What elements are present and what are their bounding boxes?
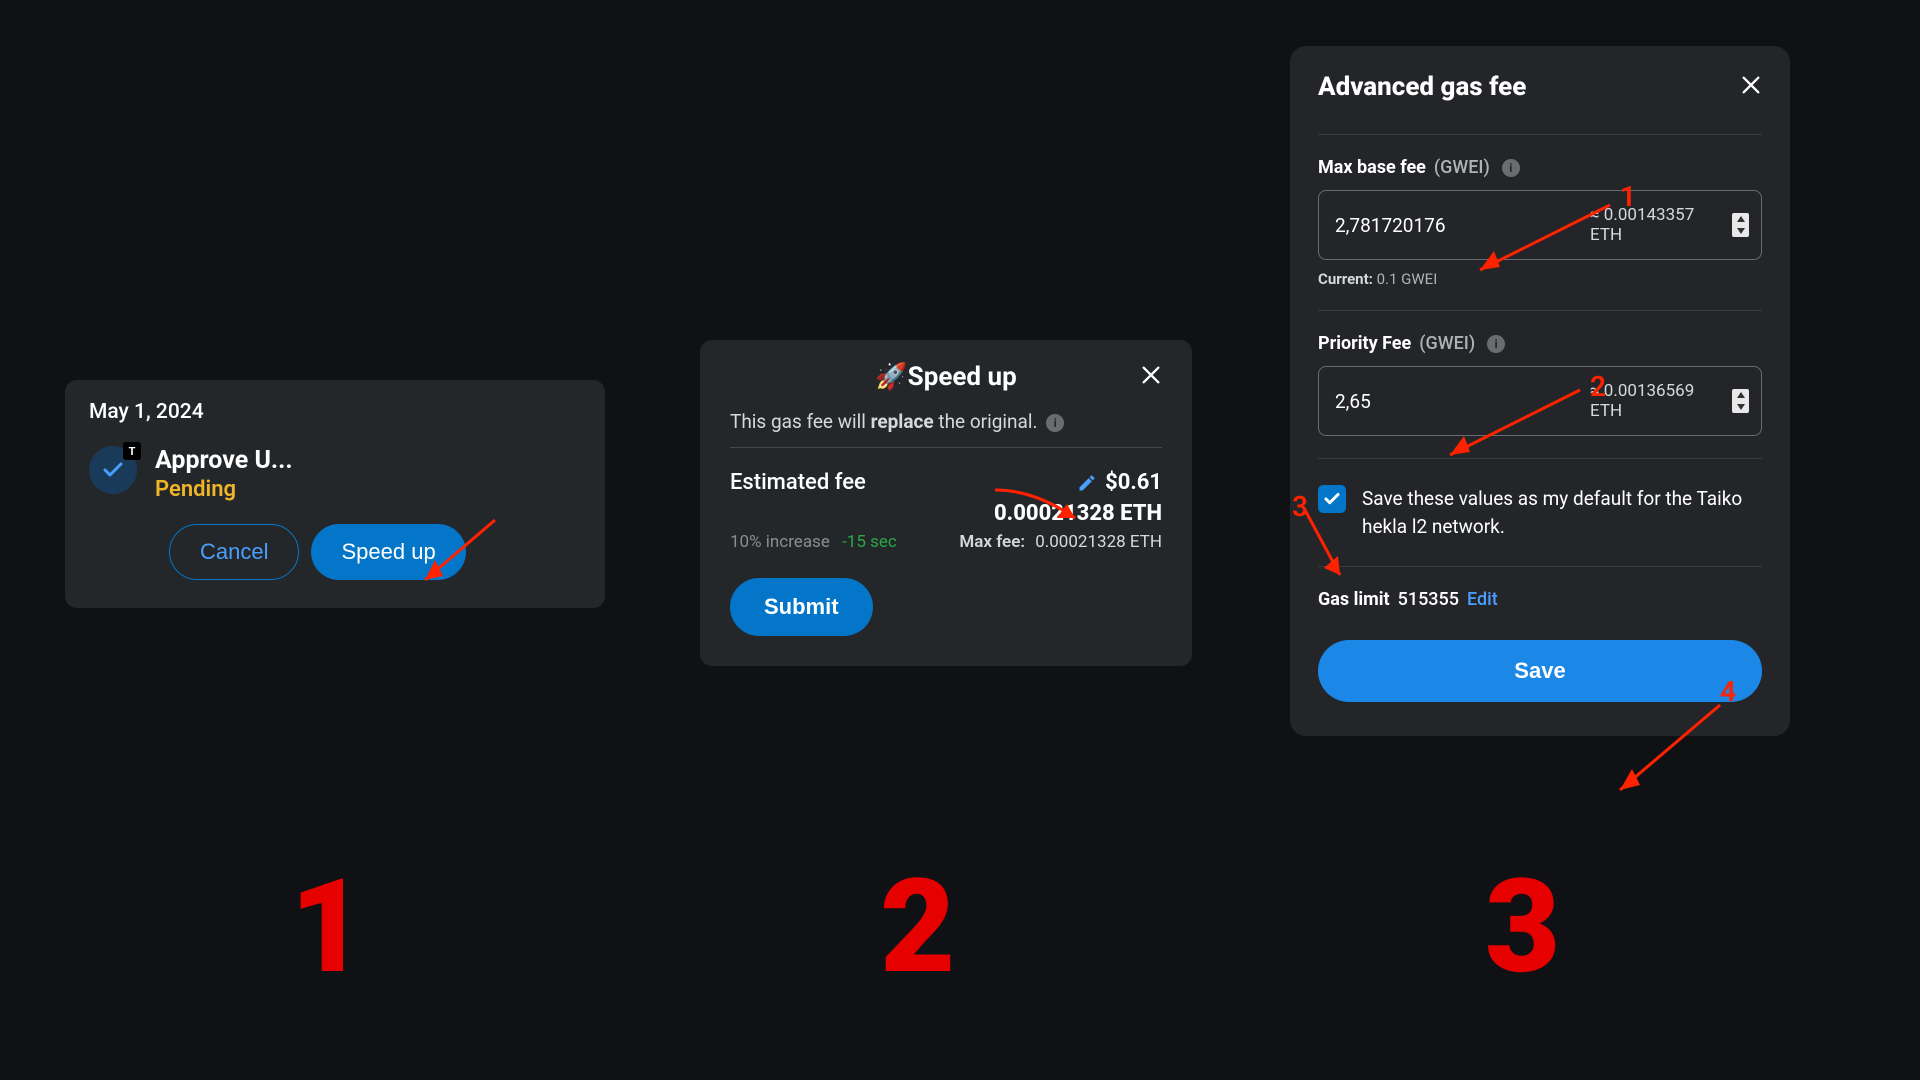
close-icon	[1740, 74, 1762, 96]
chevron-up-icon	[1732, 389, 1749, 401]
priority-fee-approx: ≈ 0.00136569 ETH	[1590, 381, 1722, 421]
estimated-fee-eth: 0.00021328 ETH	[994, 501, 1162, 526]
edit-gas-limit-link[interactable]: Edit	[1467, 589, 1498, 610]
current-base-fee: Current: 0.1 GWEI	[1318, 270, 1762, 288]
max-base-fee-input[interactable]	[1335, 214, 1580, 237]
annotation-number-1: 1	[1620, 180, 1636, 213]
fee-increase: 10% increase	[730, 532, 830, 552]
estimated-fee-usd: $0.61	[1105, 470, 1162, 495]
divider	[1318, 566, 1762, 567]
submit-button[interactable]: Submit	[730, 578, 873, 636]
fee-time: -15 sec	[842, 532, 897, 552]
step-number-1: 1	[290, 850, 365, 1003]
speed-up-modal: 🚀Speed up This gas fee will replace the …	[700, 340, 1192, 666]
close-button[interactable]	[1740, 74, 1762, 100]
modal-subtitle: This gas fee will replace the original. …	[730, 410, 1162, 433]
annotation-number-2: 2	[1590, 370, 1606, 403]
step-number-2: 2	[880, 850, 955, 1003]
cancel-button[interactable]: Cancel	[169, 524, 299, 580]
info-icon[interactable]: i	[1046, 414, 1064, 432]
max-base-fee-approx: ≈ 0.00143357 ETH	[1590, 205, 1722, 245]
advanced-gas-modal: Advanced gas fee Max base fee (GWEI) i ≈…	[1290, 46, 1790, 736]
estimated-fee-label: Estimated fee	[730, 470, 866, 495]
save-default-checkbox[interactable]	[1318, 485, 1346, 513]
priority-fee-stepper[interactable]	[1732, 389, 1749, 413]
divider	[1318, 458, 1762, 459]
step-number-3: 3	[1485, 850, 1560, 1003]
chevron-down-icon	[1732, 225, 1749, 237]
divider	[730, 447, 1162, 448]
priority-fee-input[interactable]	[1335, 390, 1580, 413]
unit-label: (GWEI)	[1434, 157, 1490, 178]
network-badge: T	[123, 442, 141, 460]
close-icon	[1140, 364, 1162, 386]
priority-fee-label: Priority Fee	[1318, 333, 1411, 354]
edit-fee-button[interactable]	[1077, 473, 1097, 493]
priority-fee-input-wrapper: ≈ 0.00136569 ETH	[1318, 366, 1762, 436]
transaction-title: Approve U...	[155, 446, 293, 475]
save-default-label: Save these values as my default for the …	[1362, 485, 1762, 540]
annotation-number-4: 4	[1720, 675, 1736, 708]
transaction-status: Pending	[155, 477, 293, 502]
max-base-fee-label: Max base fee	[1318, 157, 1426, 178]
divider	[1318, 310, 1762, 311]
annotation-number-3: 3	[1292, 490, 1308, 523]
info-icon[interactable]: i	[1502, 159, 1520, 177]
save-button[interactable]: Save	[1318, 640, 1762, 702]
divider	[1318, 134, 1762, 135]
transaction-card: May 1, 2024 T Approve U... Pending Cance…	[65, 380, 605, 608]
chevron-up-icon	[1732, 213, 1749, 225]
speed-up-button[interactable]: Speed up	[311, 524, 465, 580]
check-icon	[1323, 490, 1341, 508]
transaction-date: May 1, 2024	[89, 400, 581, 424]
chevron-down-icon	[1732, 401, 1749, 413]
info-icon[interactable]: i	[1487, 335, 1505, 353]
transaction-icon: T	[89, 446, 137, 494]
max-base-fee-input-wrapper: ≈ 0.00143357 ETH	[1318, 190, 1762, 260]
gas-limit-value: 515355	[1398, 589, 1459, 610]
max-base-fee-stepper[interactable]	[1732, 213, 1749, 237]
max-fee-value: 0.00021328 ETH	[1035, 532, 1162, 552]
max-fee-label: Max fee:	[959, 532, 1025, 552]
modal-title: Advanced gas fee	[1318, 72, 1526, 102]
modal-title: 🚀Speed up	[875, 362, 1016, 392]
gas-limit-label: Gas limit	[1318, 589, 1390, 610]
close-button[interactable]	[1140, 364, 1162, 390]
unit-label: (GWEI)	[1419, 333, 1475, 354]
